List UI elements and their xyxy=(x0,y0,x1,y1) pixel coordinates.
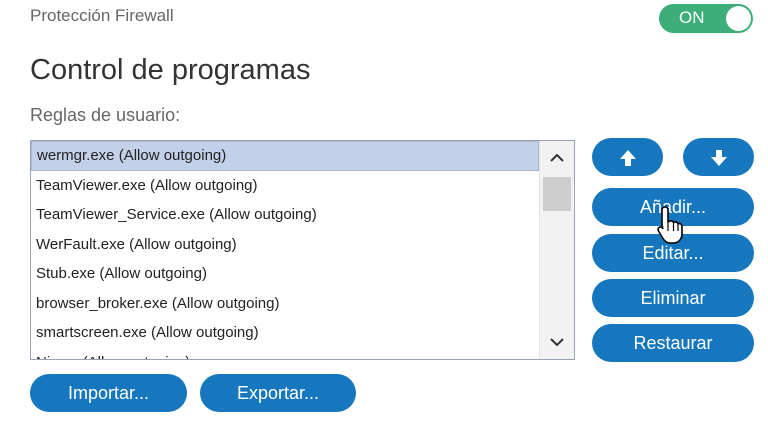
list-item[interactable]: Stub.exe (Allow outgoing) xyxy=(31,259,539,289)
export-button[interactable]: Exportar... xyxy=(200,374,356,412)
firewall-toggle[interactable]: ON xyxy=(659,4,753,33)
list-item[interactable]: Ni.exe (Allow outgoing) xyxy=(31,348,539,360)
user-rules-list[interactable]: wermgr.exe (Allow outgoing) TeamViewer.e… xyxy=(30,140,575,360)
toggle-knob xyxy=(726,6,751,31)
scroll-down-chevron-icon[interactable] xyxy=(540,325,574,359)
import-button[interactable]: Importar... xyxy=(30,374,187,412)
rules-rows: wermgr.exe (Allow outgoing) TeamViewer.e… xyxy=(31,141,539,359)
toggle-state-label: ON xyxy=(679,8,705,27)
list-item[interactable]: TeamViewer.exe (Allow outgoing) xyxy=(31,171,539,201)
list-item[interactable]: TeamViewer_Service.exe (Allow outgoing) xyxy=(31,200,539,230)
list-item[interactable]: browser_broker.exe (Allow outgoing) xyxy=(31,289,539,319)
arrow-up-icon xyxy=(619,150,636,167)
move-up-button[interactable] xyxy=(592,138,663,176)
arrow-down-icon xyxy=(710,150,727,167)
edit-button[interactable]: Editar... xyxy=(592,234,754,272)
list-item[interactable]: smartscreen.exe (Allow outgoing) xyxy=(31,318,539,348)
scroll-up-chevron-icon[interactable] xyxy=(540,141,574,175)
delete-button[interactable]: Eliminar xyxy=(592,279,754,317)
move-down-button[interactable] xyxy=(683,138,754,176)
list-item[interactable]: wermgr.exe (Allow outgoing) xyxy=(31,141,539,171)
list-item[interactable]: WerFault.exe (Allow outgoing) xyxy=(31,230,539,260)
page-title: Control de programas xyxy=(30,54,311,86)
scroll-thumb[interactable] xyxy=(543,177,571,211)
add-button[interactable]: Añadir... xyxy=(592,188,754,226)
list-scrollbar[interactable] xyxy=(539,141,574,359)
restore-button[interactable]: Restaurar xyxy=(592,324,754,362)
user-rules-label: Reglas de usuario: xyxy=(30,105,181,125)
firewall-protection-label: Protección Firewall xyxy=(30,6,174,25)
